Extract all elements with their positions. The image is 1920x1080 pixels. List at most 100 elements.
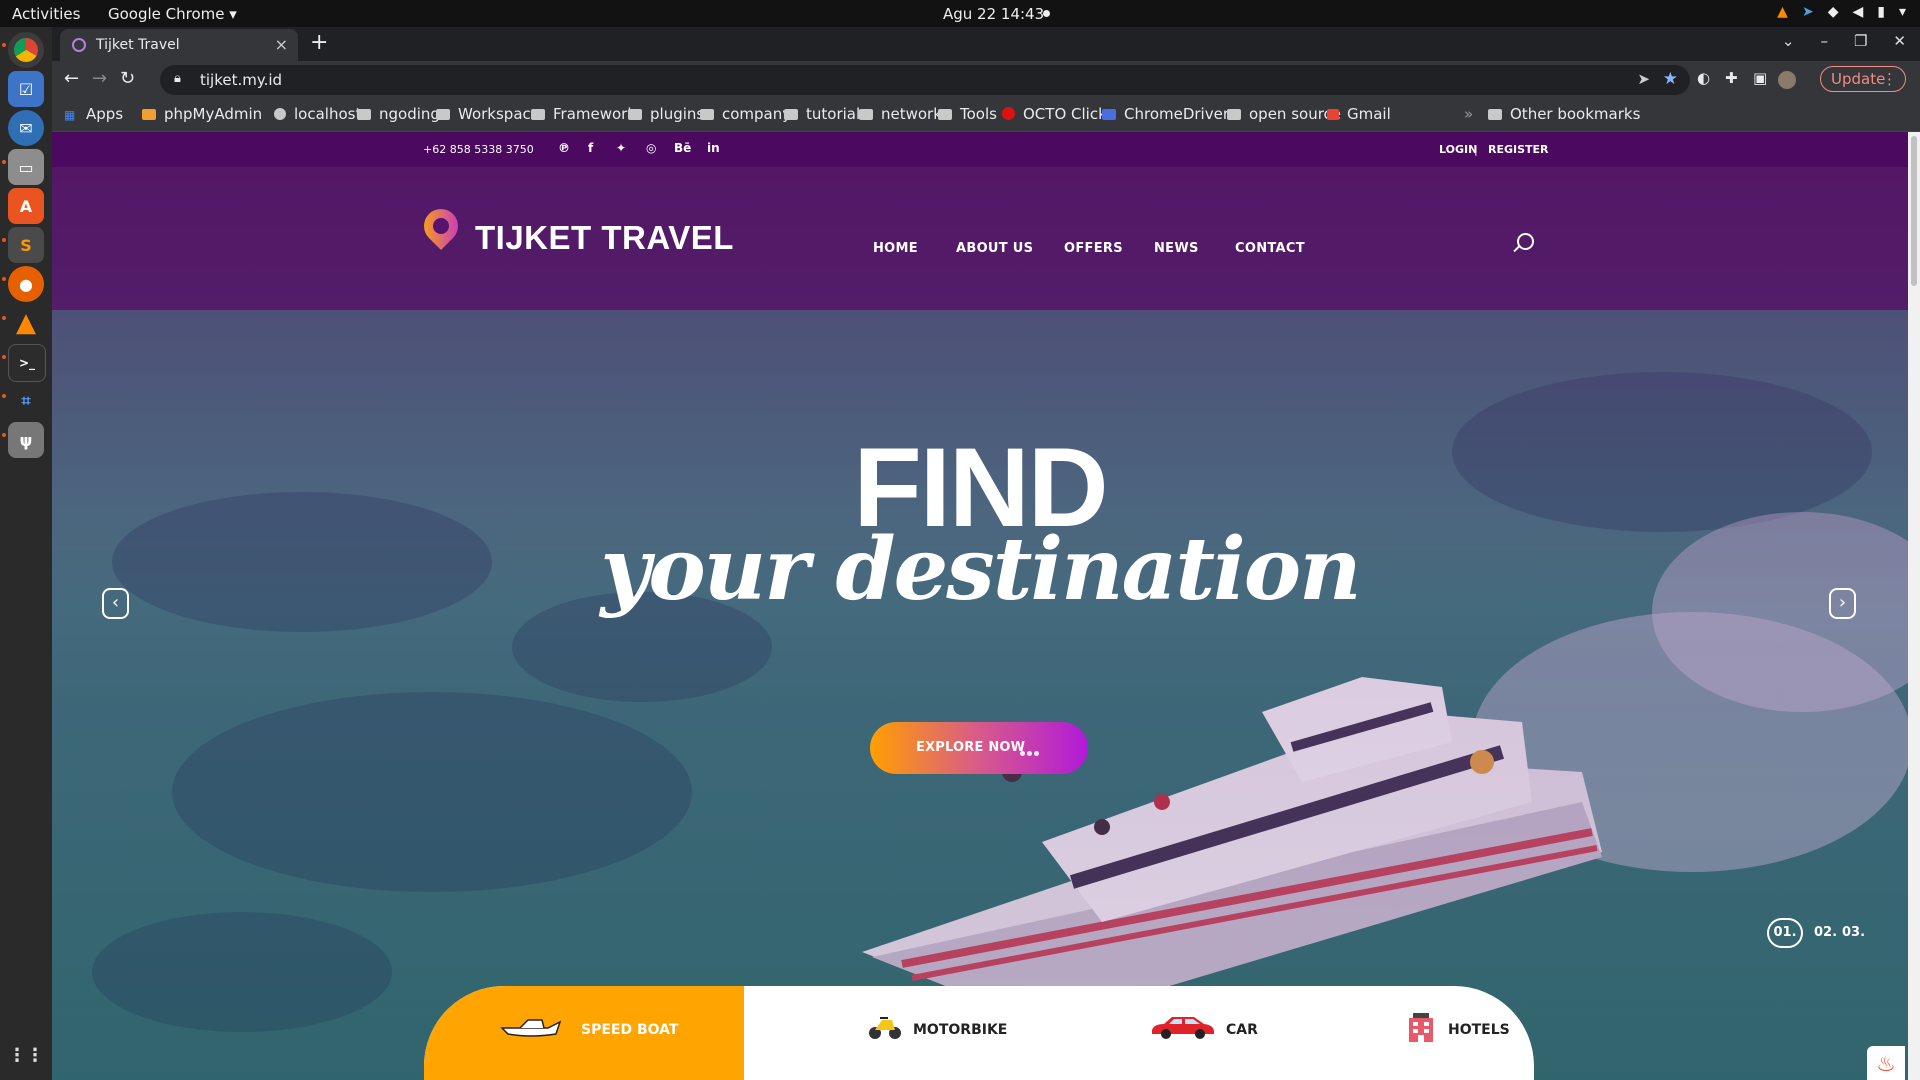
tab-motorbike[interactable]: MOTORBIKE [913,1022,1007,1038]
nav-news[interactable]: NEWS [1154,241,1199,256]
page-scrollbar[interactable] [1908,132,1920,1080]
logo-pin-icon[interactable] [416,201,466,251]
back-button[interactable]: ← [64,68,79,89]
send-tab-icon[interactable]: ➤ [1637,70,1650,88]
bookmark-open-source[interactable]: open source [1227,105,1341,123]
battery-icon[interactable]: ▮ [1877,4,1885,20]
pinterest-icon[interactable]: ℗ [558,141,570,155]
nav-offers[interactable]: OFFERS [1064,241,1123,256]
profile-avatar[interactable] [1778,71,1796,89]
explore-now-button[interactable]: EXPLORE NOW [870,722,1088,774]
network-dock-icon[interactable]: ⌗ [8,383,44,419]
files-dock-icon[interactable]: ▭ [8,149,44,185]
login-link[interactable]: LOGIN [1439,143,1477,156]
tab-hotels[interactable]: HOTELS [1448,1022,1510,1038]
bookmarks-overflow-icon[interactable]: » [1464,105,1473,123]
tab-strip: Tijket Travel × + ⌄ – ❐ ✕ [52,27,1920,61]
terminal-dock-icon[interactable]: >_ [8,344,46,382]
scrollbar-thumb[interactable] [1911,136,1917,286]
search-icon[interactable] [1517,233,1534,250]
bookmark-phpmyadmin[interactable]: phpMyAdmin [142,105,262,123]
behance-icon[interactable]: Bē [674,141,691,155]
apps-grid-icon: ▦ [64,108,76,122]
bookmark-tutorial[interactable]: tutorial [784,105,860,123]
close-window-button[interactable]: ✕ [1893,32,1906,50]
extension-icon[interactable]: ◐ [1697,69,1710,87]
bookmark-label: Gmail [1347,105,1391,123]
prev-slide-button[interactable]: ‹ [102,588,129,619]
folder-icon [784,109,798,120]
bookmark-gmail[interactable]: Gmail [1327,105,1391,123]
browser-tab[interactable]: Tijket Travel × [60,29,298,61]
bookmark-localhost[interactable]: localhost [274,105,361,123]
slide-indicator-3[interactable]: 03. [1842,925,1865,940]
motorbike-icon [869,1017,901,1039]
linkedin-icon[interactable]: in [707,141,720,155]
bookmark-company[interactable]: company [700,105,791,123]
site-logo[interactable]: TIJKET TRAVEL [475,219,734,257]
tab-speed-boat[interactable]: SPEED BOAT [581,1022,678,1038]
bookmark-plugins[interactable]: plugins [628,105,704,123]
bookmark-network[interactable]: network [859,105,942,123]
bookmark-ngoding[interactable]: ngoding [357,105,440,123]
nav-contact[interactable]: CONTACT [1235,241,1305,256]
slide-indicator-1[interactable]: 01. [1767,918,1803,948]
vlc-tray-icon[interactable]: ▲ [1777,4,1788,20]
flame-widget-icon[interactable]: ♨ [1867,1046,1905,1080]
firefox-dock-icon[interactable]: ● [8,266,44,302]
wifi-icon[interactable]: ◆ [1828,4,1839,20]
register-link[interactable]: REGISTER [1488,143,1549,156]
system-menu-icon[interactable]: ▾ [1899,4,1906,20]
twitter-icon[interactable]: ✦ [616,141,626,155]
forward-button[interactable]: → [92,68,107,89]
minimize-button[interactable]: – [1820,32,1828,50]
running-indicator [2,355,6,359]
telegram-tray-icon[interactable]: ➤ [1802,4,1814,20]
tab-car[interactable]: CAR [1226,1022,1258,1038]
bookmark-star-icon[interactable]: ★ [1663,69,1678,89]
volume-icon[interactable]: ◀ [1852,4,1863,20]
bookmark-tools[interactable]: Tools [938,105,997,123]
bookmark-chromedriver[interactable]: ChromeDriver... [1102,105,1242,123]
vlc-dock-icon[interactable]: ▲ [8,305,44,341]
sublime-dock-icon[interactable]: S [8,227,44,263]
nav-home[interactable]: HOME [873,241,918,256]
tab-search-icon[interactable]: ⌄ [1782,32,1795,50]
tab-favicon-icon [72,38,86,52]
lock-icon[interactable]: 🔒︎ [174,71,181,86]
nav-about-us[interactable]: ABOUT US [956,241,1033,256]
gmail-icon [1327,109,1339,120]
thunderbird-dock-icon[interactable]: ✉ [8,110,44,146]
tab-close-icon[interactable]: × [275,35,288,54]
system-top-bar: Activities Google Chrome ▾ Agu 22 14:43 … [0,0,1920,27]
folder-icon [531,109,545,120]
next-slide-button[interactable]: › [1829,588,1856,619]
extensions-puzzle-icon[interactable]: ✚ [1725,69,1738,87]
bookmark-other[interactable]: Other bookmarks [1488,105,1640,123]
activities-button[interactable]: Activities [12,5,80,23]
slide-indicator-2[interactable]: 02. [1814,925,1837,940]
new-tab-button[interactable]: + [310,30,328,55]
window-controls: ⌄ – ❐ ✕ [1782,32,1906,50]
usb-dock-icon[interactable]: ψ [8,422,44,458]
app-menu[interactable]: Google Chrome ▾ [108,5,237,23]
side-panel-icon[interactable]: ▣ [1753,69,1767,87]
show-apps-icon[interactable]: ⋮⋮ [8,1037,44,1073]
menu-dots-icon[interactable]: ⋮ [1882,70,1897,88]
todo-dock-icon[interactable]: ☑ [8,71,44,107]
dribbble-icon[interactable]: ◎ [646,141,656,155]
bookmark-apps[interactable]: ▦ Apps [64,105,123,123]
bookmark-framework[interactable]: Framework [531,105,636,123]
maximize-button[interactable]: ❐ [1854,32,1867,50]
facebook-icon[interactable]: f [588,141,593,155]
update-button[interactable]: Update ⋮ [1820,66,1906,92]
clock[interactable]: Agu 22 14:43 [943,5,1044,23]
reload-button[interactable]: ↻ [120,68,135,89]
bookmark-workspace[interactable]: Workspace [436,105,540,123]
software-dock-icon[interactable]: A [8,188,44,224]
running-indicator [2,238,6,242]
address-bar[interactable]: 🔒︎ tijket.my.id ➤ ★ [160,65,1690,95]
chrome-dock-icon[interactable] [8,32,44,68]
bookmark-octo-clicks[interactable]: OCTO Clicks [1002,105,1115,123]
system-tray[interactable]: ▲ ➤ ◆ ◀ ▮ ▾ [1777,4,1906,20]
